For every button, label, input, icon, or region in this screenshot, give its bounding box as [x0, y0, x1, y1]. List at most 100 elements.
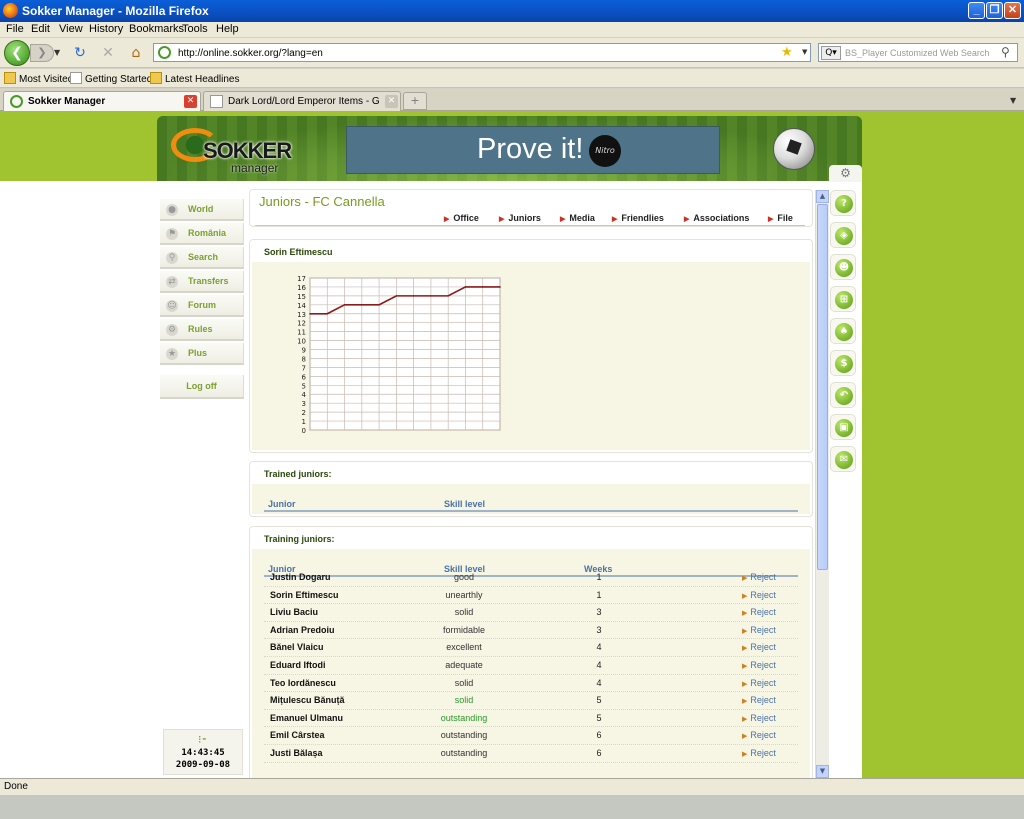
reload-icon[interactable]: ↻ — [72, 45, 88, 61]
vertical-scrollbar[interactable]: ▲ ▼ — [815, 190, 829, 778]
tab-friendlies[interactable]: ▶ Friendlies — [612, 213, 664, 223]
reject-link[interactable]: ▶ Reject — [742, 660, 776, 670]
nav-transfers[interactable]: ⇄ Transfers — [160, 271, 244, 293]
reject-link[interactable]: ▶ Reject — [742, 748, 776, 758]
junior-skill: adequate — [445, 659, 483, 670]
reject-link[interactable]: ▶ Reject — [742, 678, 776, 688]
nav-search[interactable]: ⚲ Search — [160, 247, 244, 269]
reject-link[interactable]: ▶ Reject — [742, 713, 776, 723]
quick-mail-button[interactable]: ✉ — [830, 446, 856, 472]
close-tab-icon[interactable]: ✕ — [184, 95, 197, 108]
close-window-button[interactable]: ✕ — [1004, 2, 1021, 19]
junior-name[interactable]: Emil Cârstea — [270, 730, 325, 740]
reject-link[interactable]: ▶ Reject — [742, 590, 776, 600]
clock-status-icon: ⁝⁃ — [198, 733, 207, 746]
url-bar[interactable]: ★ ▼ — [153, 43, 811, 62]
tab-juniors[interactable]: ▶ Juniors — [499, 213, 541, 223]
quick-stadium-button[interactable]: ▣ — [830, 414, 856, 440]
tab-dark-lord-items[interactable]: Dark Lord/Lord Emperor Items - Grudge...… — [203, 91, 401, 111]
minimize-button[interactable]: _ — [968, 2, 985, 19]
quick-training-button[interactable]: ♠ — [830, 318, 856, 344]
menu-tools[interactable]: Tools — [182, 23, 208, 35]
nav-forum[interactable]: ☺ Forum — [160, 295, 244, 317]
menu-help[interactable]: Help — [216, 23, 239, 35]
menu-history[interactable]: History — [89, 23, 123, 35]
home-icon[interactable]: ⌂ — [128, 45, 144, 61]
section-tabs: ▶ Office ▶ Juniors ▶ Media ▶ Friendlies ▶ Ass… — [250, 213, 812, 225]
reject-link[interactable]: ▶ Reject — [742, 642, 776, 652]
url-dropdown-icon[interactable]: ▼ — [802, 48, 807, 56]
reject-link[interactable]: ▶ Reject — [742, 607, 776, 617]
settings-gears-icon[interactable]: ⚙ — [829, 165, 862, 182]
scroll-down-icon[interactable]: ▼ — [816, 765, 829, 778]
close-tab-icon[interactable]: ✕ — [385, 95, 398, 108]
menu-file[interactable]: File — [6, 23, 24, 35]
tab-office[interactable]: ▶ Office — [444, 213, 479, 223]
junior-weeks: 6 — [596, 747, 602, 758]
data-point — [378, 304, 380, 306]
bookmark-star-icon[interactable]: ★ — [781, 45, 793, 60]
reject-link[interactable]: ▶ Reject — [742, 625, 776, 635]
quick-club-button[interactable]: ◈ — [830, 222, 856, 248]
tab-file[interactable]: ▶ File — [768, 213, 793, 223]
junior-name[interactable]: Justin Dogaru — [270, 572, 331, 582]
skill-progress-chart: 01234567891011121314151617 — [297, 275, 501, 435]
bookmark-most-visited[interactable]: Most Visited — [4, 72, 73, 85]
menu-bookmarks[interactable]: Bookmarks — [129, 23, 184, 35]
junior-name[interactable]: Teo Iordănescu — [270, 678, 336, 688]
bookmark-getting-started[interactable]: Getting Started — [70, 72, 152, 85]
quick-juniors-button[interactable]: ↶ — [830, 382, 856, 408]
quick-finances-button[interactable]: $ — [830, 350, 856, 376]
sokker-logo[interactable]: SOKKER manager — [169, 124, 299, 175]
url-input[interactable] — [178, 46, 768, 60]
menu-view[interactable]: View — [59, 23, 83, 35]
maximize-button[interactable]: ❐ — [986, 2, 1003, 19]
reject-link[interactable]: ▶ Reject — [742, 695, 776, 705]
bookmarks-toolbar: Most Visited Getting Started Latest Head… — [0, 69, 1024, 88]
col-skill-level[interactable]: Skill level — [444, 499, 485, 509]
server-clock: ⁝⁃ 14:43:45 2009-09-08 — [163, 729, 243, 775]
search-input[interactable] — [845, 46, 995, 60]
forward-button[interactable]: ❯ — [30, 44, 54, 62]
junior-name[interactable]: Emanuel Ulmanu — [270, 713, 343, 723]
reject-label: Reject — [750, 607, 776, 618]
stop-icon[interactable]: ✕ — [100, 45, 116, 61]
new-tab-button[interactable]: + — [403, 92, 427, 110]
tab-list-dropdown-icon[interactable]: ▼ — [1010, 92, 1024, 110]
scroll-up-icon[interactable]: ▲ — [816, 190, 829, 203]
bookmark-latest-headlines[interactable]: Latest Headlines — [150, 72, 240, 85]
scrollbar-thumb[interactable] — [817, 204, 828, 570]
menu-edit[interactable]: Edit — [31, 23, 50, 35]
junior-name[interactable]: Sorin Eftimescu — [270, 590, 339, 600]
reject-link[interactable]: ▶ Reject — [742, 730, 776, 740]
junior-name[interactable]: Adrian Predoiu — [270, 625, 335, 635]
window-titlebar: Sokker Manager - Mozilla Firefox _ ❐ ✕ — [0, 0, 1024, 22]
tab-associations[interactable]: ▶ Associations — [684, 213, 749, 223]
col-junior[interactable]: Junior — [268, 499, 296, 509]
nav-romania[interactable]: ⚑ România — [160, 223, 244, 245]
advertisement-banner[interactable]: Prove it! Nitro — [346, 126, 720, 174]
nav-world[interactable]: ● World — [160, 199, 244, 221]
quick-tactics-button[interactable]: ⊞ — [830, 286, 856, 312]
tab-sokker-manager[interactable]: Sokker Manager ✕ — [3, 91, 201, 111]
quick-access-bar: ? ◈ ☻ ⊞ ♠ $ ↶ ▣ ✉ — [830, 190, 858, 478]
search-engine-icon[interactable]: Q▾ — [821, 46, 841, 60]
sokker-favicon-icon — [10, 95, 23, 108]
junior-name[interactable]: Liviu Baciu — [270, 607, 318, 617]
junior-name[interactable]: Mițulescu Bănuță — [270, 695, 345, 705]
nav-rules[interactable]: ⚙ Rules — [160, 319, 244, 341]
history-dropdown-icon[interactable]: ▼ — [54, 48, 60, 57]
reject-link[interactable]: ▶ Reject — [742, 572, 776, 582]
search-icon[interactable]: ⚲ — [1001, 45, 1010, 59]
nav-plus[interactable]: ★ Plus — [160, 343, 244, 365]
search-bar[interactable]: Q▾ ⚲ — [818, 43, 1018, 62]
back-button[interactable]: ❮ — [4, 40, 30, 66]
data-point — [464, 286, 467, 288]
quick-players-button[interactable]: ☻ — [830, 254, 856, 280]
junior-name[interactable]: Justi Bălașa — [270, 748, 323, 758]
junior-name[interactable]: Bănel Vlaicu — [270, 642, 324, 652]
logoff-button[interactable]: Log off — [160, 375, 244, 399]
tab-media[interactable]: ▶ Media — [560, 213, 595, 223]
quick-help-button[interactable]: ? — [830, 190, 856, 216]
junior-name[interactable]: Eduard Iftodi — [270, 660, 326, 670]
